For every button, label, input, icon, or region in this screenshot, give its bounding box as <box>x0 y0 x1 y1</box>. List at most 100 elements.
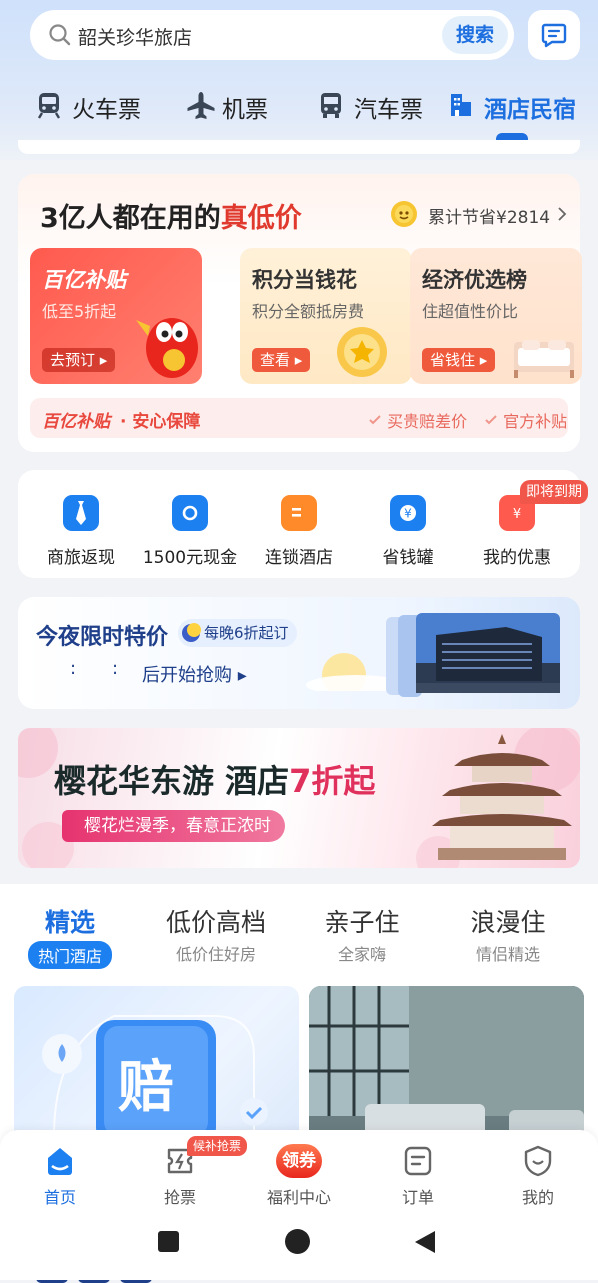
back-button[interactable] <box>413 1229 437 1255</box>
recent-apps-button[interactable] <box>158 1231 179 1252</box>
promo-title-highlight: 真低价 <box>220 203 302 234</box>
nav-tickets-label: 抢票 <box>163 1188 196 1207</box>
category-budget-premium-sub: 低价住好房 <box>175 945 256 964</box>
quick-savings-jar-label: 省钱罐 <box>382 548 434 568</box>
flash-tag: 每晚6折起订 <box>178 619 297 647</box>
quick-business-cashback-label: 商旅返现 <box>47 548 115 568</box>
nav-home[interactable]: 首页 <box>20 1144 100 1208</box>
nav-orders-label: 订单 <box>401 1188 434 1207</box>
hotel-room-card[interactable] <box>309 986 584 1146</box>
svg-text:¥: ¥ <box>404 507 412 521</box>
points-title: 积分当钱花 <box>252 268 357 292</box>
gold-coin-icon <box>337 327 387 377</box>
promo-card: 3亿人都在用的真低价 累计节省¥2814 百亿补贴 低至5折起 去预订 ▸ 积分… <box>18 174 582 452</box>
train-icon <box>37 93 61 119</box>
message-button[interactable] <box>528 10 580 60</box>
category-romantic[interactable]: 浪漫住 情侣精选 <box>443 903 573 965</box>
tab-flight[interactable]: 机票 <box>186 86 286 124</box>
economy-button-label: 省钱住 <box>430 351 476 369</box>
search-bar[interactable]: 韶关珍华旅店 搜索 <box>30 10 514 60</box>
plane-icon <box>187 92 215 119</box>
points-subtitle: 积分全额抵房费 <box>252 302 365 321</box>
category-romantic-title: 浪漫住 <box>470 908 546 937</box>
economy-subtitle: 住超值性价比 <box>422 302 519 321</box>
savings-jar-icon: ¥ <box>390 495 426 531</box>
tab-flight-label: 机票 <box>222 97 268 123</box>
points-button-label: 查看 <box>260 351 291 369</box>
tie-icon <box>63 495 99 531</box>
tab-train-label: 火车票 <box>72 97 141 123</box>
tab-hotel[interactable]: 酒店民宿 <box>448 86 588 124</box>
pagoda-icon <box>432 734 572 860</box>
quick-cash[interactable]: 1500元现金 <box>140 493 240 568</box>
bus-icon <box>321 93 341 118</box>
nav-home-label: 首页 <box>43 1188 76 1207</box>
flash-sale-card[interactable]: 今夜限时特价 每晚6折起订 09 : 00 : 15 后开始抢购 ▸ <box>18 597 580 1283</box>
guarantee-bar: 百亿补贴 · 安心保障 买贵赔差价 官方补贴 <box>30 398 568 438</box>
guarantee-item-1-label: 买贵赔差价 <box>387 412 468 431</box>
subsidy-button-label: 去预订 <box>50 351 96 369</box>
countdown-sep: : <box>70 658 77 679</box>
search-input[interactable]: 韶关珍华旅店 <box>78 23 192 50</box>
category-family-title: 亲子住 <box>324 908 400 937</box>
tab-bus[interactable]: 汽车票 <box>318 86 428 124</box>
expiring-badge: 即将到期 <box>520 480 588 504</box>
banner-title-highlight: 7折起 <box>289 762 376 800</box>
guarantee-text: · 安心保障 <box>120 412 201 432</box>
promo-title-prefix: 3亿人都在用的 <box>40 203 221 234</box>
category-budget-premium-title: 低价高档 <box>165 908 266 937</box>
check-icon <box>369 415 381 425</box>
check-icon <box>485 415 497 425</box>
svg-text:¥: ¥ <box>513 507 521 522</box>
orders-icon <box>404 1146 432 1176</box>
nav-profile-label: 我的 <box>521 1188 554 1207</box>
category-family[interactable]: 亲子住 全家嗨 <box>297 903 427 965</box>
nav-profile[interactable]: 我的 <box>498 1144 578 1208</box>
home-system-button[interactable] <box>285 1229 310 1254</box>
nav-benefits-label: 福利中心 <box>266 1188 331 1207</box>
countdown-suffix-label: 后开始抢购 <box>142 665 232 686</box>
banner-subtitle: 樱花烂漫季，春意正浓时 <box>62 810 285 842</box>
tab-train[interactable]: 火车票 <box>36 86 156 124</box>
quick-chain-hotel[interactable]: 连锁酒店 <box>249 493 349 568</box>
quick-savings-jar[interactable]: ¥ 省钱罐 <box>358 493 458 568</box>
guarantee-item-2: 官方补贴 <box>484 408 567 432</box>
quick-business-cashback[interactable]: 商旅返现 <box>31 493 131 568</box>
points-card[interactable]: 积分当钱花 积分全额抵房费 查看 ▸ <box>240 248 412 384</box>
category-featured[interactable]: 精选 热门酒店 <box>5 903 135 969</box>
economy-card[interactable]: 经济优选榜 住超值性价比 省钱住 ▸ <box>410 248 582 384</box>
home-icon <box>48 1148 72 1175</box>
guarantee-brand: 百亿补贴 <box>42 412 110 432</box>
category-budget-premium[interactable]: 低价高档 低价住好房 <box>151 903 281 965</box>
hotel-room-photo <box>309 986 584 1146</box>
nav-orders[interactable]: 订单 <box>378 1144 458 1208</box>
flash-tag-label: 每晚6折起订 <box>204 624 289 642</box>
camera-icon <box>172 495 208 531</box>
promo-title: 3亿人都在用的真低价 <box>40 196 302 235</box>
compensation-card[interactable]: 赔 <box>14 986 299 1146</box>
chevron-right-icon <box>558 207 567 221</box>
tab-panel-edge <box>18 140 580 154</box>
quick-chain-hotel-label: 连锁酒店 <box>265 548 333 568</box>
subsidy-button[interactable]: 去预订 ▸ <box>42 348 116 372</box>
search-icon <box>49 24 71 46</box>
hotel-icon <box>451 94 471 116</box>
banner-title-main: 樱花华东游 酒店 <box>54 762 290 800</box>
category-family-sub: 全家嗨 <box>337 945 386 964</box>
nav-benefits[interactable]: 领券 福利中心 <box>259 1144 339 1208</box>
sakura-banner[interactable]: 樱花华东游 酒店7折起 樱花烂漫季，春意正浓时 <box>18 728 580 868</box>
nav-tickets-badge: 候补抢票 <box>187 1136 248 1156</box>
coupon-badge-icon: 领券 <box>276 1144 322 1178</box>
flash-title: 今夜限时特价 <box>36 625 169 650</box>
tab-hotel-label: 酒店民宿 <box>484 97 576 123</box>
subsidy-title: 百亿补贴 <box>42 268 126 292</box>
search-button[interactable]: 搜索 <box>442 16 508 54</box>
category-romantic-sub: 情侣精选 <box>475 945 540 964</box>
points-button[interactable]: 查看 ▸ <box>252 348 311 372</box>
economy-button[interactable]: 省钱住 ▸ <box>422 348 496 372</box>
chain-hotel-icon <box>281 495 317 531</box>
countdown-suffix: 后开始抢购 ▸ <box>142 665 247 686</box>
subsidy-card[interactable]: 百亿补贴 低至5折起 去预订 ▸ <box>30 248 202 384</box>
tab-bus-label: 汽车票 <box>354 97 423 123</box>
guarantee-item-1: 买贵赔差价 <box>368 408 467 432</box>
